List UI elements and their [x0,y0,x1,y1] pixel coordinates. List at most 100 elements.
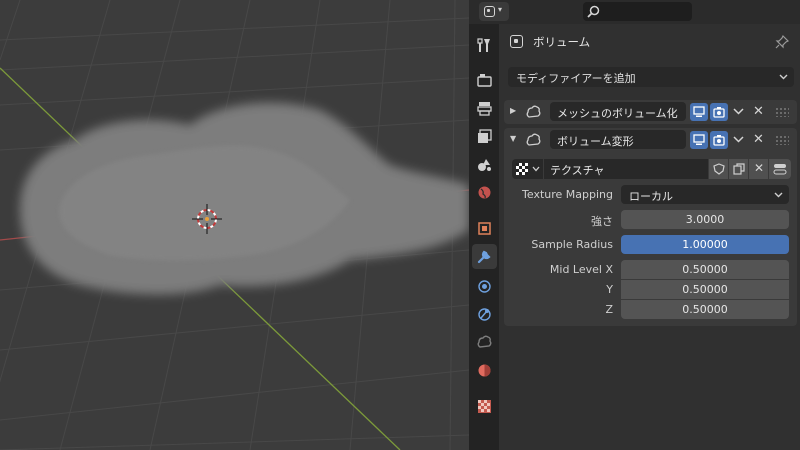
modifier-panel-volume-displace: ▼ ボリューム変形 ✕ テクスチャ ✕ Texture Mapping ローカル… [504,128,797,326]
tab-world[interactable] [472,180,497,205]
mid-level-z-row: Z 0.50000 [504,300,797,320]
tab-view-layer[interactable] [472,124,497,149]
add-modifier-dropdown[interactable]: モディファイアーを追加 [508,67,794,87]
tool-icon [477,38,490,52]
toggle-properties-icon [773,164,787,175]
tab-particles[interactable] [472,274,497,299]
modifier-header[interactable]: ▼ ボリューム変形 ✕ [504,128,797,152]
show-viewport-toggle[interactable] [690,103,708,121]
modifier-name-field[interactable]: ボリューム変形 [550,130,686,149]
mid-level-z-field[interactable]: 0.50000 [621,300,789,319]
chevron-down-icon [532,166,540,172]
output-icon [477,102,492,116]
duplicate-icon [733,163,745,175]
volume-modifier-icon [526,133,541,146]
tab-output[interactable] [472,96,497,121]
properties-header: ▾ [469,0,800,24]
collapse-arrow-icon[interactable]: ▼ [510,134,516,143]
modifier-name-field[interactable]: メッシュのボリューム化 [550,102,686,121]
object-icon [478,222,491,235]
mid-level-z-label: Z [605,303,613,316]
show-render-toggle[interactable] [710,131,728,149]
texture-mapping-row: Texture Mapping ローカル [504,185,797,205]
chevron-down-icon[interactable] [733,134,744,145]
camera-icon [713,107,725,118]
mid-level-y-field[interactable]: 0.50000 [621,280,789,299]
tab-scene[interactable] [472,152,497,177]
tab-modifiers[interactable] [472,244,497,269]
mid-level-y-row: Y 0.50000 [504,280,797,300]
tab-render[interactable] [472,68,497,93]
monitor-icon [693,106,705,117]
mid-level-x-row: Mid Level X 0.50000 [504,260,797,280]
tab-object[interactable] [472,216,497,241]
unlink-button[interactable]: ✕ [749,159,768,179]
expand-arrow-icon[interactable]: ▶ [510,106,516,115]
camera-icon [713,135,725,146]
volume-cloud[interactable] [20,102,469,295]
texture-mapping-dropdown[interactable]: ローカル [621,185,789,204]
close-icon[interactable]: ✕ [753,132,764,147]
tab-tool[interactable] [472,33,497,58]
duplicate-button[interactable] [729,159,748,179]
texture-browse-button[interactable] [512,159,543,179]
tab-texture[interactable] [472,394,497,419]
chevron-down-icon [774,192,783,198]
sample-radius-row: Sample Radius 1.00000 [504,235,797,255]
mid-level-x-field[interactable]: 0.50000 [621,260,789,279]
drag-handle-icon[interactable] [775,135,789,145]
pin-icon[interactable] [775,35,789,49]
texture-mapping-label: Texture Mapping [522,188,613,201]
texture-checker-icon [516,163,528,175]
chevron-down-icon: ▾ [498,5,503,14]
show-viewport-toggle[interactable] [690,131,708,149]
mid-level-x-label: Mid Level X [549,263,613,276]
add-modifier-label: モディファイアーを追加 [516,72,636,85]
tab-shading[interactable] [472,358,497,383]
strength-label: 強さ [591,215,613,228]
properties-editor-icon [484,6,495,17]
search-icon [587,5,600,18]
modifier-header[interactable]: ▶ メッシュのボリューム化 ✕ [504,100,797,124]
strength-field[interactable]: 3.0000 [621,210,789,229]
search-input[interactable] [583,2,692,21]
3d-viewport[interactable] [0,0,469,450]
particles-icon [478,280,491,293]
tab-data[interactable] [472,330,497,355]
volume-object-icon [510,35,523,48]
texture-properties-button[interactable] [769,159,791,179]
editor-type-button[interactable]: ▾ [479,2,509,21]
properties-editor: ▾ ボリューム モディファイアーを追加 ▶ メッシュのボリューム化 ✕ ▼ ボリ… [469,0,800,450]
sample-radius-field[interactable]: 1.00000 [621,235,789,254]
world-icon [478,186,491,199]
fake-user-button[interactable] [709,159,728,179]
texture-selector: テクスチャ ✕ [512,159,791,179]
texture-icon [478,400,491,413]
shading-icon [478,364,491,377]
close-icon: ✕ [754,161,765,175]
sample-radius-label: Sample Radius [531,238,613,251]
chevron-down-icon[interactable] [733,106,744,117]
strength-row: 強さ 3.0000 [504,210,797,230]
properties-tabs [469,24,499,450]
close-icon[interactable]: ✕ [753,104,764,119]
render-icon [477,74,492,87]
scene-icon [478,159,491,171]
physics-icon [478,308,491,321]
shield-icon [713,163,725,175]
show-render-toggle[interactable] [710,103,728,121]
monitor-icon [693,134,705,145]
texture-name-field[interactable]: テクスチャ [544,159,708,179]
mid-level-y-label: Y [606,283,613,296]
drag-handle-icon[interactable] [775,107,789,117]
modifier-icon [477,250,491,264]
view-layer-icon [478,129,492,143]
context-header: ボリューム [499,32,800,52]
tab-physics[interactable] [472,302,497,327]
volume-modifier-icon [526,105,541,118]
context-title: ボリューム [533,35,591,49]
data-icon [477,335,492,348]
modifier-panel-mesh-to-volume: ▶ メッシュのボリューム化 ✕ [504,100,797,124]
properties-content: ボリューム モディファイアーを追加 ▶ メッシュのボリューム化 ✕ ▼ ボリュー… [499,24,800,450]
chevron-down-icon [779,74,788,80]
